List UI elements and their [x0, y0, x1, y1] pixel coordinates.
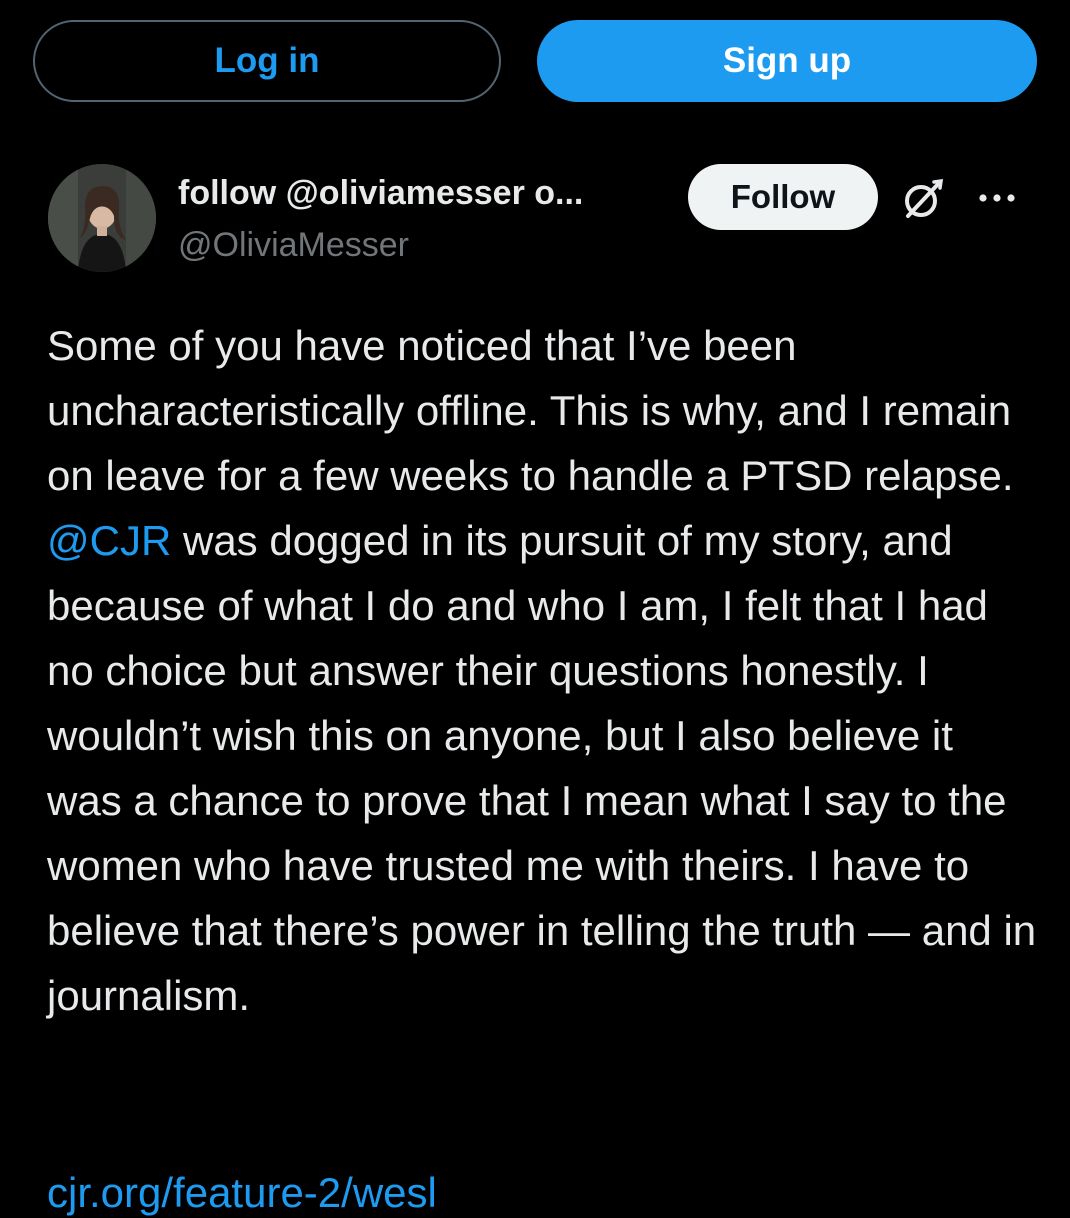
follow-button[interactable]: Follow	[688, 164, 878, 230]
tweet-text-part-2: was dogged in its pursuit of my story, a…	[47, 517, 1048, 1019]
tweet-text: Some of you have noticed that I’ve been …	[47, 313, 1037, 1028]
signup-button[interactable]: Sign up	[537, 20, 1037, 102]
user-handle[interactable]: @OliviaMesser	[178, 220, 678, 270]
tweet-header: follow @oliviamesser o... @OliviaMesser …	[48, 164, 1028, 276]
login-button[interactable]: Log in	[33, 20, 501, 102]
more-options-icon[interactable]	[974, 184, 1020, 212]
article-link[interactable]: cjr.org/feature-2/wesl	[47, 1168, 437, 1218]
tweet-text-part-1: Some of you have noticed that I’ve been …	[47, 322, 1026, 499]
display-name[interactable]: follow @oliviamesser o...	[178, 168, 678, 218]
auth-bar: Log in Sign up	[33, 20, 1037, 102]
grok-icon[interactable]	[900, 176, 946, 222]
mention-link[interactable]: @CJR	[47, 517, 171, 564]
avatar[interactable]	[48, 164, 156, 272]
user-block: follow @oliviamesser o... @OliviaMesser	[178, 168, 678, 270]
